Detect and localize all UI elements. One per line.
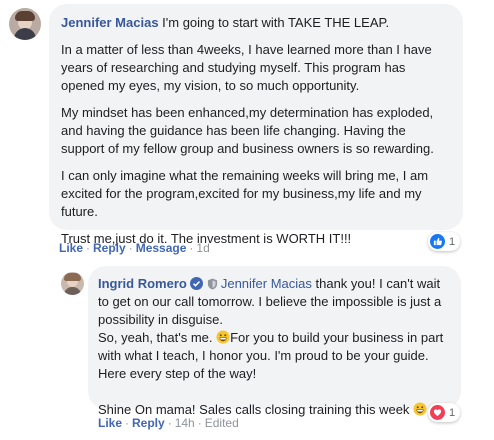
comment-paragraph: My mindset has been enhanced,my determin… — [61, 105, 434, 156]
comment-bubble: Jennifer Macias I'm going to start with … — [49, 4, 463, 246]
comment-like-link[interactable]: Like — [59, 241, 83, 255]
comment-first-text: I'm going to start with TAKE THE LEAP. — [158, 15, 390, 30]
reply-text-block: Ingrid Romero Jennifer Macias thank you! … — [98, 275, 451, 329]
comment-message-link[interactable]: Message — [136, 241, 187, 255]
love-icon — [430, 405, 445, 420]
replier-avatar[interactable] — [61, 272, 84, 295]
reply-line-3: Shine On mama! Sales calls closing train… — [98, 402, 414, 417]
like-icon — [430, 234, 445, 249]
comment-actions: Like · Reply · Message · 1d — [59, 241, 210, 255]
reply-bubble: Ingrid Romero Jennifer Macias thank you! … — [88, 266, 461, 417]
comment-author-link[interactable]: Jennifer Macias — [61, 15, 159, 30]
reply-edited-label[interactable]: Edited — [205, 416, 239, 430]
reply-reaction-count[interactable]: 1 — [428, 403, 461, 422]
reply-mention-link[interactable]: Jennifer Macias — [221, 276, 312, 291]
grinning-emoji-icon — [216, 330, 230, 344]
grinning-emoji-icon — [413, 402, 427, 416]
comment-paragraph: In a matter of less than 4weeks, I have … — [61, 42, 432, 93]
comment-paragraph: I can only imagine what the remaining we… — [61, 168, 429, 219]
comment-first-line: Jennifer Macias I'm going to start with … — [61, 14, 451, 32]
reply-reaction-number: 1 — [449, 406, 456, 419]
verified-badge-icon — [189, 277, 203, 290]
reply-actions: Like · Reply · 14h · Edited — [98, 416, 239, 430]
reply-text-block-2: So, yeah, that's me. For you to build yo… — [98, 329, 451, 383]
comment-reaction-count[interactable]: 1 — [428, 232, 461, 251]
comment-timestamp[interactable]: 1d — [196, 241, 209, 255]
reply-line-2a: So, yeah, that's me. — [98, 330, 217, 345]
admin-shield-icon — [207, 278, 217, 290]
reply-timestamp[interactable]: 14h — [175, 416, 195, 430]
reply-author-link[interactable]: Ingrid Romero — [98, 276, 187, 291]
commenter-avatar[interactable] — [9, 8, 41, 40]
reply-like-link[interactable]: Like — [98, 416, 122, 430]
comment-thread: Jennifer Macias I'm going to start with … — [0, 0, 494, 440]
reply-reply-link[interactable]: Reply — [132, 416, 165, 430]
comment-reaction-number: 1 — [449, 235, 456, 248]
comment-reply-link[interactable]: Reply — [93, 241, 126, 255]
